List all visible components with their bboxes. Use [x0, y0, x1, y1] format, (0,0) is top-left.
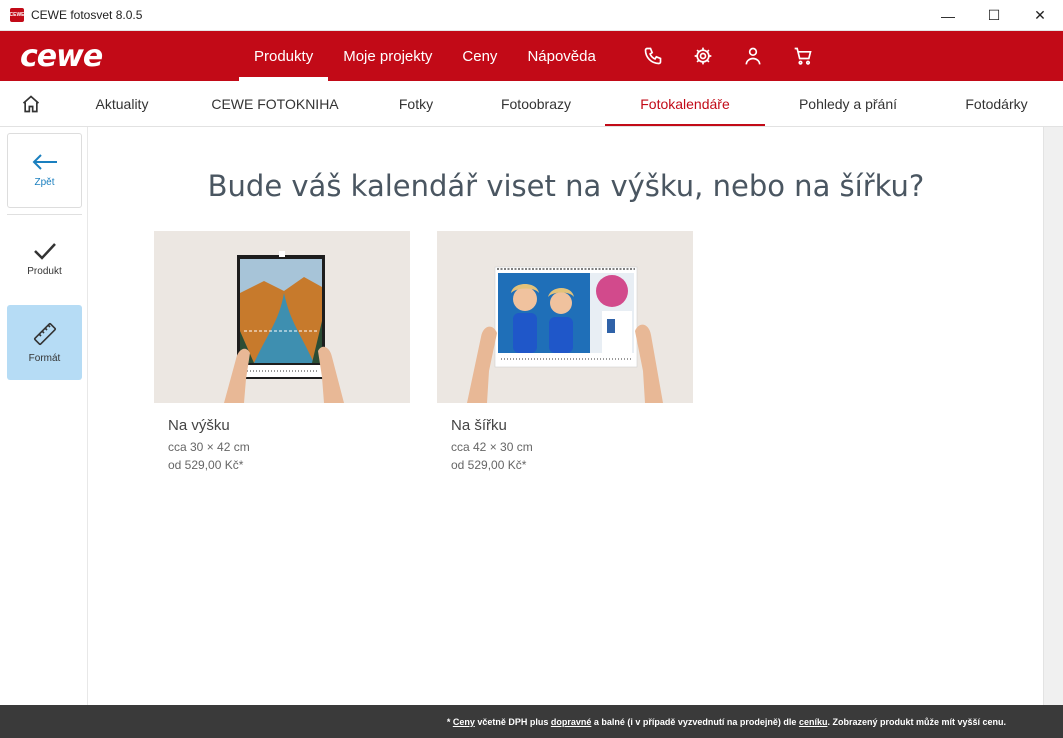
- user-icon[interactable]: [728, 31, 778, 81]
- cat-fotodarky[interactable]: Fotodárky: [940, 81, 1053, 126]
- option-price: od 529,00 Kč*: [168, 458, 244, 472]
- step-format-label: Formát: [28, 353, 61, 364]
- window-title: CEWE fotosvet 8.0.5: [31, 8, 143, 22]
- option-card-portrait[interactable]: Na výšku cca 30 × 42 cm od 529,00 Kč*: [154, 231, 410, 472]
- sidebar-divider: [7, 214, 82, 215]
- footer-link-ceniku[interactable]: ceníku: [799, 717, 828, 727]
- main-nav: Produkty Moje projekty Ceny Nápověda: [239, 31, 611, 81]
- gear-icon[interactable]: [678, 31, 728, 81]
- ruler-icon: [33, 323, 56, 345]
- step-produkt[interactable]: Produkt: [7, 222, 82, 297]
- window-titlebar: CEWE CEWE fotosvet 8.0.5 — ☐ ✕: [0, 0, 1063, 31]
- app-icon: CEWE: [9, 8, 25, 22]
- back-label: Zpět: [34, 177, 55, 188]
- cat-aktuality[interactable]: Aktuality: [62, 81, 182, 126]
- main-content: Bude váš kalendář viset na výšku, nebo n…: [89, 127, 1043, 705]
- scrollbar-area[interactable]: [1043, 127, 1063, 705]
- sidebar: Zpět Produkt Formát: [0, 127, 88, 705]
- page-heading: Bude váš kalendář viset na výšku, nebo n…: [207, 169, 925, 203]
- landscape-calendar-image: [437, 231, 693, 403]
- minimize-button[interactable]: —: [925, 0, 971, 31]
- maximize-button[interactable]: ☐: [971, 0, 1017, 31]
- app-icon-text: CEWE: [9, 12, 25, 18]
- arrow-left-icon: [32, 154, 57, 170]
- footer-link-dopravne[interactable]: dopravné: [551, 717, 592, 727]
- option-title: Na šířku: [451, 417, 507, 434]
- option-size: cca 30 × 42 cm: [168, 440, 250, 454]
- option-card-landscape[interactable]: Na šířku cca 42 × 30 cm od 529,00 Kč*: [437, 231, 693, 472]
- option-price: od 529,00 Kč*: [451, 458, 527, 472]
- cat-fotoobrazy[interactable]: Fotoobrazy: [476, 81, 596, 126]
- price-disclaimer-footer: * Ceny včetně DPH plus dopravné a balné …: [0, 705, 1063, 738]
- cat-cewe-fotokniha[interactable]: CEWE FOTOKNIHA: [195, 81, 355, 126]
- back-button[interactable]: Zpět: [7, 133, 82, 208]
- close-button[interactable]: ✕: [1017, 0, 1063, 31]
- window-controls: — ☐ ✕: [925, 0, 1063, 31]
- footer-text-1: včetně DPH plus: [474, 716, 551, 727]
- cewe-logo[interactable]: cewe: [20, 39, 103, 74]
- option-size: cca 42 × 30 cm: [451, 440, 533, 454]
- step-format[interactable]: Formát: [7, 305, 82, 380]
- nav-produkty[interactable]: Produkty: [239, 31, 329, 81]
- nav-moje-projekty[interactable]: Moje projekty: [328, 31, 447, 81]
- cat-pohledy-a-prani[interactable]: Pohledy a přání: [775, 81, 921, 126]
- cart-icon[interactable]: [778, 31, 828, 81]
- cat-fotky[interactable]: Fotky: [366, 81, 466, 126]
- portrait-calendar-image: [154, 231, 410, 403]
- nav-ceny[interactable]: Ceny: [447, 31, 512, 81]
- phone-icon[interactable]: [628, 31, 678, 81]
- home-icon[interactable]: [10, 81, 52, 126]
- category-nav: Aktuality CEWE FOTOKNIHA Fotky Fotoobraz…: [0, 81, 1063, 127]
- top-navigation: cewe Produkty Moje projekty Ceny Nápověd…: [0, 31, 1063, 81]
- step-produkt-label: Produkt: [27, 266, 62, 277]
- nav-napoveda[interactable]: Nápověda: [512, 31, 610, 81]
- option-title: Na výšku: [168, 417, 230, 434]
- nav-icons: [628, 31, 828, 81]
- footer-link-ceny[interactable]: Ceny: [453, 717, 475, 727]
- cat-fotokalendare[interactable]: Fotokalendáře: [605, 81, 765, 126]
- check-icon: [33, 243, 56, 260]
- footer-text-2: a balné (i v případě vyzvednutí na prode…: [591, 716, 799, 727]
- footer-text-3: . Zobrazený produkt může mít vyšší cenu.: [827, 716, 1006, 727]
